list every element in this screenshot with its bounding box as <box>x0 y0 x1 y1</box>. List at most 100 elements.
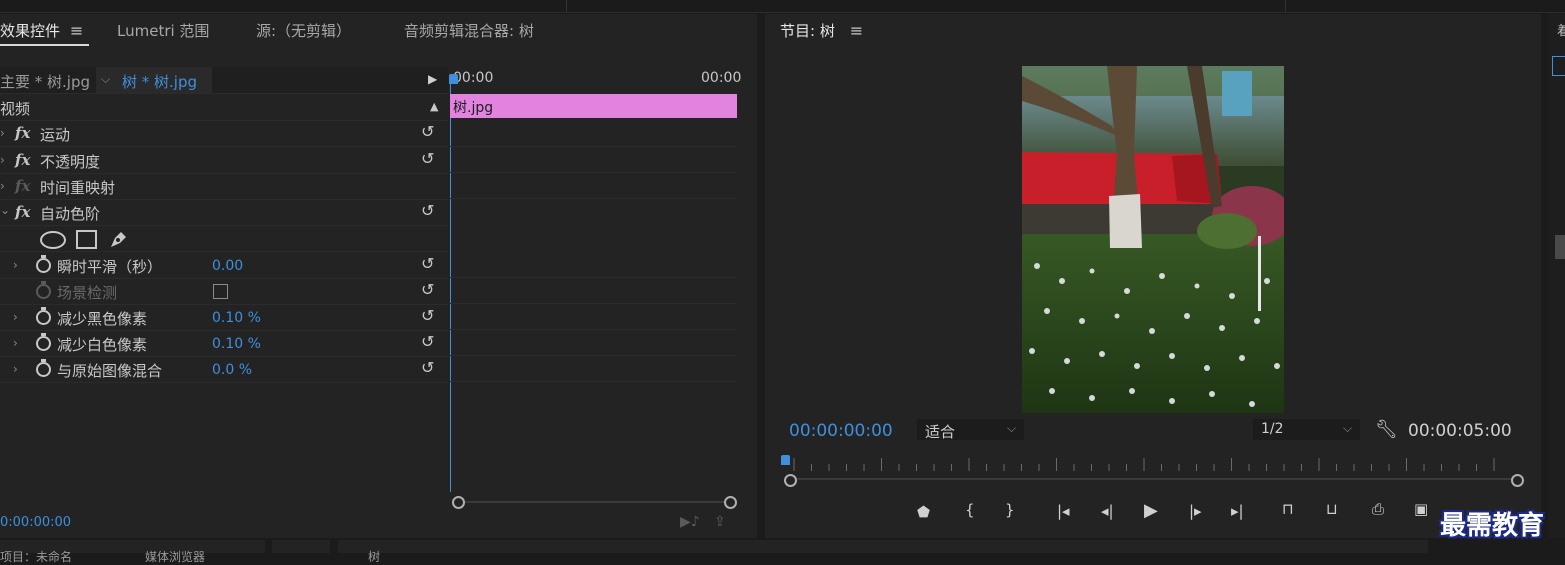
tab-program[interactable]: 节目: 树 ≡ <box>780 20 863 41</box>
property-value[interactable]: 0.00 <box>212 258 243 274</box>
add-marker-icon[interactable]: ⬟ <box>917 503 930 521</box>
wrench-icon[interactable]: 🔧︎ <box>1375 419 1398 440</box>
play-icon[interactable]: ▶ <box>1144 500 1158 521</box>
ruler-end-time: 00:00 <box>701 70 742 86</box>
comparison-view-icon[interactable]: ▣ <box>1414 500 1428 518</box>
fx-icon[interactable]: fx <box>15 203 30 221</box>
fx-icon[interactable]: fx <box>15 124 30 142</box>
scene-detect-checkbox[interactable] <box>213 284 228 299</box>
ellipse-mask-icon[interactable] <box>40 231 66 249</box>
timeline-zoom-scrollbar[interactable] <box>458 501 731 503</box>
fit-dropdown[interactable]: 适合 ⌵ <box>917 419 1024 441</box>
effect-row-auto-levels[interactable]: ⌄ fx 自动色阶 ↺ <box>0 199 448 226</box>
reset-icon[interactable]: ↺ <box>421 254 434 273</box>
mark-in-icon[interactable]: { <box>965 501 975 519</box>
chevron-down-icon[interactable]: ⌄ <box>0 203 10 217</box>
tab-source[interactable]: 源:（无剪辑） <box>256 20 351 41</box>
property-label: 瞬时平滑（秒） <box>57 258 163 276</box>
grid-line <box>450 146 737 147</box>
bottom-tab-fragment[interactable]: 项目：未命名 <box>0 548 72 565</box>
extract-icon[interactable]: ⊔ <box>1326 500 1338 518</box>
fx-icon[interactable]: fx <box>15 151 30 169</box>
property-row-white-clip[interactable]: › 减少白色像素 0.10 % ↺ <box>0 330 448 357</box>
mark-out-icon[interactable]: } <box>1005 501 1015 519</box>
panel-menu-icon[interactable]: ≡ <box>840 21 863 40</box>
effect-timecode[interactable]: 0:00:00:00 <box>0 515 71 530</box>
chevron-right-icon[interactable]: › <box>13 362 18 376</box>
property-value[interactable]: 0.0 % <box>212 362 252 378</box>
export-icon[interactable]: ⇪ <box>714 514 726 530</box>
go-to-in-icon[interactable]: |◂ <box>1057 502 1070 520</box>
reset-icon[interactable]: ↺ <box>421 201 434 220</box>
reset-icon[interactable]: ↺ <box>421 358 434 377</box>
tab-audio-clip-mixer[interactable]: 音频剪辑混合器: 树 <box>404 20 534 41</box>
reset-icon[interactable]: ↺ <box>421 122 434 141</box>
chevron-right-icon[interactable]: › <box>0 179 5 193</box>
property-row-black-clip[interactable]: › 减少黑色像素 0.10 % ↺ <box>0 304 448 331</box>
property-value[interactable]: 0.10 % <box>212 336 261 352</box>
effect-row-motion[interactable]: › fx 运动 ↺ <box>0 120 448 147</box>
video-section-header[interactable]: 视频 ▲ <box>0 94 448 121</box>
scrollbar-left-handle[interactable] <box>452 496 465 509</box>
reset-icon[interactable]: ↺ <box>421 306 434 325</box>
chevron-right-icon[interactable]: › <box>13 336 18 350</box>
right-panel-sliver <box>1548 14 1565 538</box>
reset-icon[interactable]: ↺ <box>421 332 434 351</box>
reset-icon[interactable]: ↺ <box>421 149 434 168</box>
chevron-right-icon[interactable]: › <box>13 258 18 272</box>
tab-label: 节目: 树 <box>780 22 835 40</box>
clip-bar-label: 树.jpg <box>453 100 494 116</box>
lift-icon[interactable]: ⊓ <box>1282 500 1294 518</box>
property-row-blend-original[interactable]: › 与原始图像混合 0.0 % ↺ <box>0 356 448 383</box>
program-video-frame[interactable] <box>1022 66 1284 413</box>
resolution-dropdown[interactable]: 1/2 ⌵ <box>1253 419 1360 440</box>
program-current-timecode[interactable]: 00:00:00:00 <box>789 421 893 441</box>
collapse-up-icon[interactable]: ▲ <box>430 100 438 113</box>
property-row-temporal-smoothing[interactable]: › 瞬时平滑（秒） 0.00 ↺ <box>0 252 448 279</box>
fx-icon: fx <box>15 177 31 195</box>
tab-effect-controls[interactable]: 效果控件 ≡ <box>0 20 83 41</box>
right-panel-scrollthumb[interactable] <box>1555 235 1565 259</box>
panel-menu-icon[interactable]: ≡ <box>65 21 83 40</box>
play-only-icon[interactable]: ▶ <box>428 72 437 86</box>
clip-dropdown-label: 树 * 树.jpg <box>122 73 198 91</box>
play-audio-icon[interactable]: ▶♪ <box>680 514 700 530</box>
program-scrollbar-left-handle[interactable] <box>784 474 797 487</box>
stopwatch-icon[interactable] <box>36 307 51 329</box>
program-playhead[interactable] <box>781 455 790 465</box>
clip-dropdown[interactable]: ⌵ 树 * 树.jpg <box>96 67 212 93</box>
active-tab-underline <box>0 44 89 46</box>
tab-lumetri-scopes[interactable]: Lumetri 范围 <box>117 20 209 41</box>
property-row-scene-detect[interactable]: 场景检测 ↺ <box>0 278 448 305</box>
right-panel-tab-fragment[interactable]: 着 <box>1557 20 1565 39</box>
bottom-tab-fragment[interactable]: 树 <box>368 548 380 565</box>
rectangle-mask-icon[interactable] <box>76 230 97 249</box>
grid-line <box>450 303 737 304</box>
stopwatch-icon[interactable] <box>36 255 51 277</box>
program-zoom-scrollbar[interactable] <box>792 478 1516 480</box>
chevron-down-icon: ⌵ <box>101 72 111 86</box>
grid-line <box>450 329 737 330</box>
reset-icon[interactable]: ↺ <box>421 280 434 299</box>
effect-row-time-remapping[interactable]: › fx 时间重映射 <box>0 173 448 200</box>
effect-row-opacity[interactable]: › fx 不透明度 ↺ <box>0 147 448 174</box>
stopwatch-icon[interactable] <box>36 359 51 381</box>
program-scrollbar-right-handle[interactable] <box>1511 474 1524 487</box>
scrollbar-right-handle[interactable] <box>724 496 737 509</box>
stopwatch-icon[interactable] <box>36 333 51 355</box>
pen-mask-icon[interactable] <box>108 228 130 250</box>
chevron-right-icon[interactable]: › <box>0 126 5 140</box>
playhead-handle[interactable] <box>449 74 458 84</box>
property-value[interactable]: 0.10 % <box>212 310 261 326</box>
property-label: 与原始图像混合 <box>57 362 163 380</box>
chevron-right-icon[interactable]: › <box>0 153 5 167</box>
bottom-tab-fragment[interactable]: 媒体浏览器 <box>145 548 205 565</box>
export-frame-icon[interactable]: ⎙ <box>1372 500 1384 518</box>
step-back-icon[interactable]: ◂| <box>1101 502 1114 520</box>
chevron-right-icon[interactable]: › <box>13 310 18 324</box>
step-forward-icon[interactable]: |▸ <box>1189 502 1202 520</box>
go-to-out-icon[interactable]: ▸| <box>1231 502 1244 520</box>
clip-bar[interactable]: 树.jpg <box>450 94 737 118</box>
right-panel-tool[interactable] <box>1552 56 1565 76</box>
master-clip-label[interactable]: 主要 * 树.jpg <box>0 71 90 92</box>
